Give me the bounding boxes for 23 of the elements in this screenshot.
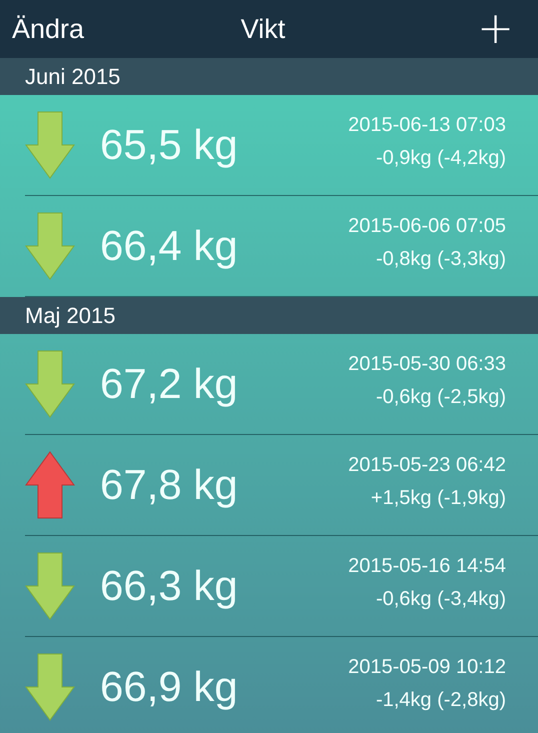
entry-date: 2015-05-30 06:33 bbox=[348, 353, 506, 376]
section-title: Juni 2015 bbox=[25, 64, 120, 90]
weight-change: -1,4kg (-2,8kg) bbox=[376, 689, 506, 712]
entry-date: 2015-06-06 07:05 bbox=[348, 215, 506, 238]
entry-date: 2015-05-23 06:42 bbox=[348, 454, 506, 477]
weight-change: -0,9kg (-4,2kg) bbox=[376, 147, 506, 170]
weight-change: +1,5kg (-1,9kg) bbox=[370, 487, 506, 510]
entry-date: 2015-05-09 10:12 bbox=[348, 656, 506, 679]
weight-value: 66,3 kg bbox=[100, 562, 239, 610]
section-title: Maj 2015 bbox=[25, 302, 116, 328]
weight-value: 67,8 kg bbox=[100, 461, 239, 509]
screen-title: Vikt bbox=[240, 14, 286, 44]
weight-change: -0,6kg (-3,4kg) bbox=[376, 588, 506, 611]
weight-change: -0,8kg (-3,3kg) bbox=[376, 248, 506, 271]
weight-change: -0,6kg (-2,5kg) bbox=[376, 386, 506, 409]
weight-value: 65,5 kg bbox=[100, 121, 239, 169]
entry-date: 2015-05-16 14:54 bbox=[348, 555, 506, 578]
edit-button[interactable]: Ändra bbox=[12, 14, 84, 44]
weight-value: 66,4 kg bbox=[100, 222, 239, 270]
weight-value: 66,9 kg bbox=[100, 663, 239, 711]
weight-value: 67,2 kg bbox=[100, 360, 239, 408]
add-button[interactable]: + bbox=[477, 7, 514, 51]
entry-date: 2015-06-13 07:03 bbox=[348, 114, 506, 137]
